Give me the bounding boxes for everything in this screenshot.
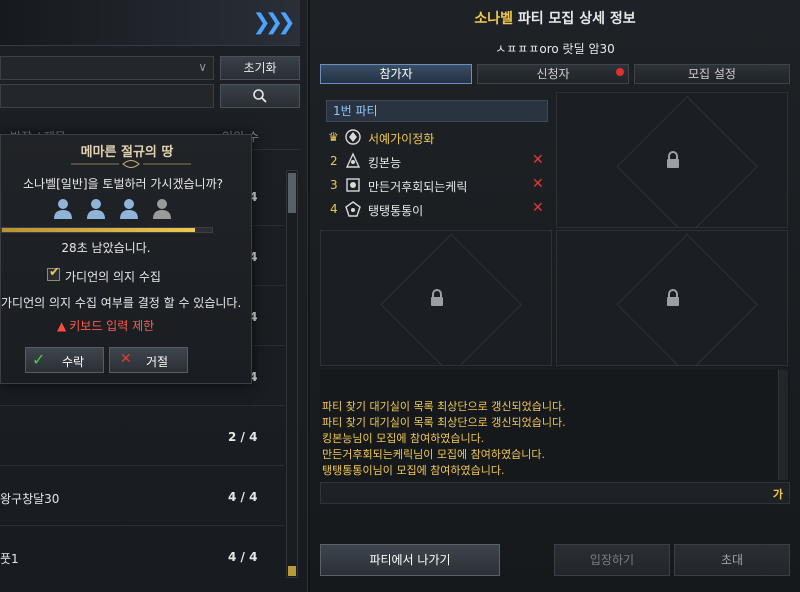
kick-member-icon[interactable]: ✕ — [532, 200, 544, 216]
raid-confirm-dialog: 메마른 절규의 땅 소나벨[일반]을 토벌하러 가시겠습니까? 28초 남았습니… — [0, 134, 252, 384]
class-emblem-icon — [346, 178, 360, 192]
search-icon — [253, 89, 267, 103]
tab-applicants[interactable]: 신청자 — [477, 64, 629, 84]
party-detail-panel: 소나벨 파티 모집 상세 정보 ㅅㅍㅍㅍoro 랏딜 암30 참가자 신청자 모… — [310, 0, 800, 592]
log-line: 만든거후회되는케릭님이 모집에 참여하였습니다. — [322, 448, 546, 461]
tab-participants[interactable]: 참가자 — [320, 64, 472, 84]
activity-log: 파티 찾기 대기실이 목록 최상단으로 갱신되었습니다. 파티 찾기 대기실이 … — [320, 370, 790, 480]
remaining-time: 28초 남았습니다. — [61, 241, 151, 255]
player-ready-icon — [120, 199, 139, 219]
dialog-title: 메마른 절규의 땅 — [80, 145, 174, 160]
guardian-will-checkbox[interactable]: ✔ — [47, 265, 60, 281]
player-waiting-icon — [153, 199, 172, 219]
party-member[interactable]: 3 만든거후회되는케릭 ✕ — [326, 174, 548, 196]
scrollbar-thumb[interactable] — [288, 173, 296, 213]
log-line: 킹본능님이 모집에 참여하였습니다. — [322, 432, 485, 445]
log-line: 파티 찾기 대기실이 목록 최상단으로 갱신되었습니다. — [322, 416, 566, 429]
dialog-description: 가디언의 의지 수집 여부를 결정 할 수 있습니다. — [1, 296, 242, 310]
detail-tabs: 참가자 신청자 모집 설정 — [320, 64, 790, 86]
list-scrollbar[interactable] — [286, 170, 298, 578]
player-ready-icon — [87, 199, 106, 219]
class-emblem-icon — [345, 201, 361, 217]
search-button[interactable] — [220, 84, 300, 108]
player-ready-icon — [54, 199, 72, 219]
party-name: ㅅㅍㅍㅍoro 랏딜 암30 — [495, 42, 615, 56]
kick-member-icon[interactable]: ✕ — [532, 176, 544, 192]
reset-button[interactable]: 초기화 — [220, 56, 300, 80]
locked-party-slot — [556, 92, 788, 228]
chat-send-button[interactable]: 가 — [773, 486, 783, 502]
leader-crown-icon: ♛ — [328, 130, 339, 144]
warning-triangle-icon: ▲ — [57, 319, 67, 333]
countdown-progress-bar — [1, 227, 213, 233]
keyboard-warning: ▲ 키보드 입력 제한 — [57, 319, 155, 333]
log-line: 파티 찾기 대기실이 목록 최상단으로 갱신되었습니다. — [322, 400, 566, 413]
search-input[interactable] — [0, 84, 214, 108]
log-line: 탱탱통통이님이 모집에 참여하였습니다. — [322, 464, 505, 477]
list-item[interactable]: 2 / 4 — [0, 410, 284, 466]
check-icon: ✓ — [32, 350, 46, 369]
tab-recruit-settings[interactable]: 모집 설정 — [634, 64, 790, 84]
panel-title: 소나벨 파티 모집 상세 정보 — [474, 11, 636, 27]
list-item[interactable]: 풋1 4 / 4 — [0, 530, 284, 580]
checkbox-label: 가디언의 의지 수집 — [65, 270, 161, 284]
chevron-down-icon: ∨ — [198, 60, 207, 74]
chat-input[interactable]: 가 — [320, 482, 790, 504]
scroll-down-icon[interactable] — [288, 566, 296, 576]
party-member[interactable]: ♛ 서예가이정화 — [326, 126, 548, 148]
class-emblem-icon — [345, 152, 361, 168]
locked-party-slot — [556, 230, 788, 366]
checkmark-icon: ✔ — [49, 265, 60, 280]
list-item[interactable]: 왕구창달30 4 / 4 — [0, 470, 284, 526]
notification-dot-icon — [616, 68, 624, 76]
log-scrollbar[interactable] — [778, 370, 788, 480]
lock-icon — [667, 151, 679, 168]
ready-players — [51, 197, 178, 219]
party-member[interactable]: 4 탱탱통통이 ✕ — [326, 198, 548, 220]
enter-button[interactable]: 입장하기 — [554, 544, 670, 576]
invite-button[interactable]: 초대 — [674, 544, 790, 576]
lock-icon — [667, 289, 679, 306]
lock-icon — [431, 289, 443, 306]
list-header-bar: ❯❯❯ — [0, 0, 300, 46]
dialog-question: 소나벨[일반]을 토벌하러 가시겠습니까? — [22, 177, 223, 191]
expand-arrows-icon[interactable]: ❯❯❯ — [250, 8, 295, 38]
close-icon: ✕ — [120, 351, 132, 367]
kick-member-icon[interactable]: ✕ — [532, 152, 544, 168]
party-member[interactable]: 2 킹본능 ✕ — [326, 150, 548, 172]
ornament-divider-icon — [71, 160, 191, 168]
reject-button[interactable]: ✕ 거절 — [109, 347, 188, 373]
filter-dropdown[interactable]: ∨ — [0, 56, 214, 80]
accept-button[interactable]: ✓ 수락 — [25, 347, 104, 373]
locked-party-slot — [320, 230, 552, 366]
progress-fill — [2, 228, 196, 232]
party-1-header: 1번 파티 — [326, 100, 548, 122]
leave-party-button[interactable]: 파티에서 나가기 — [320, 544, 500, 576]
class-emblem-icon — [345, 129, 361, 145]
party-1-box: 1번 파티 ♛ 서예가이정화 2 킹본능 ✕ 3 만든거후회되는케릭 ✕ 4 탱… — [320, 96, 548, 226]
